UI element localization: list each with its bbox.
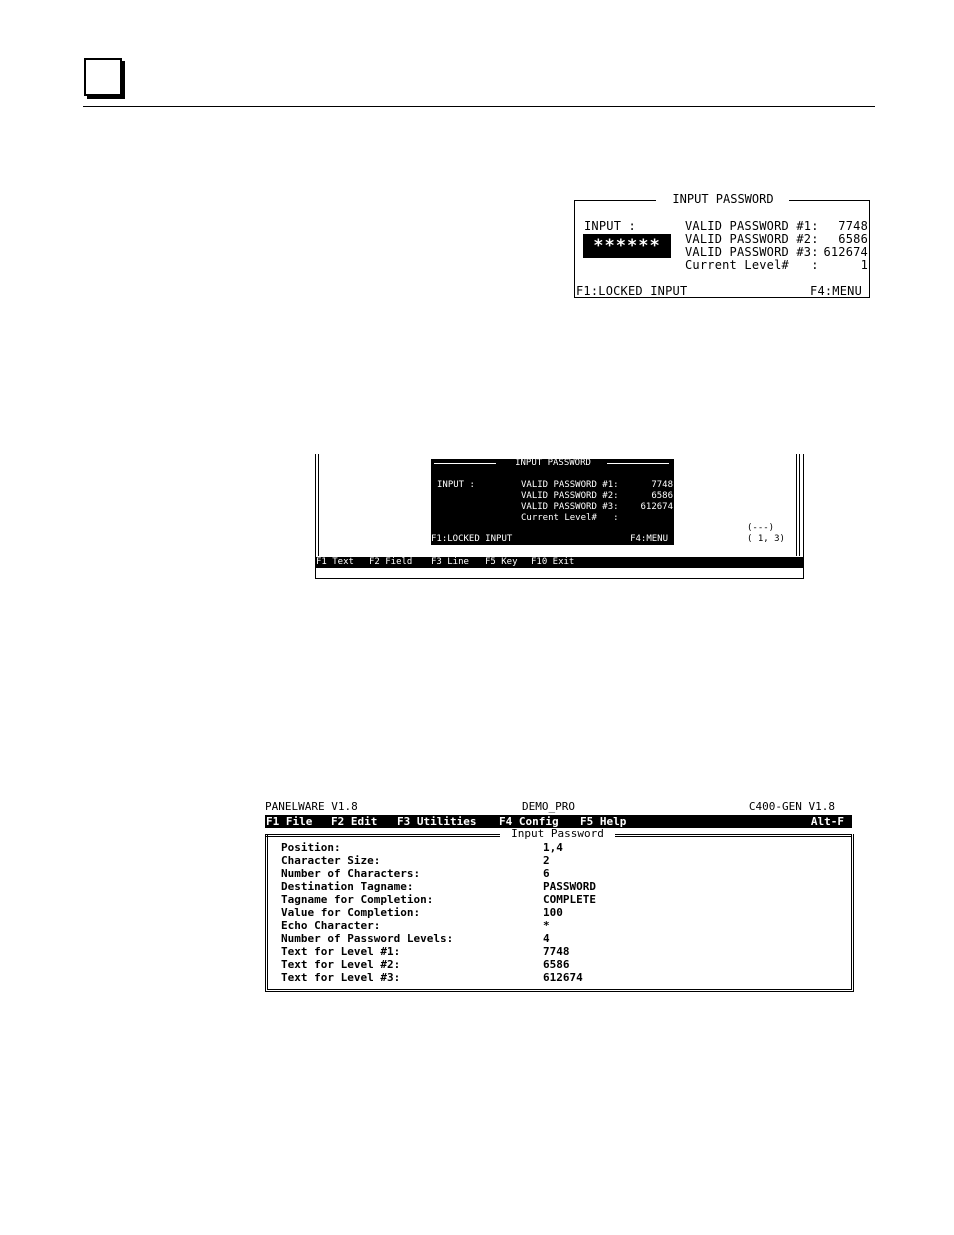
cursor-position: ( 1, 3) (747, 534, 785, 544)
popup-pw1-label: VALID PASSWORD #1: (521, 480, 619, 490)
field-value-number-of-password-levels[interactable]: 4 (543, 932, 550, 945)
menu-f1-text[interactable]: F1 Text (316, 557, 354, 568)
field-value-echo-character[interactable]: * (543, 919, 550, 932)
current-level-value: 1 (860, 258, 868, 272)
password-editor-screen: INPUT PASSWORD INPUT : VALID PASSWORD #1… (315, 454, 804, 580)
input-password-popup[interactable]: INPUT PASSWORD INPUT : VALID PASSWORD #1… (431, 458, 674, 545)
input-label: INPUT : (584, 219, 636, 233)
field-label-text-for-level-1: Text for Level #1: (281, 945, 401, 958)
header-rule (83, 106, 875, 107)
f1-locked-input-key[interactable]: F1:LOCKED INPUT (576, 285, 687, 298)
masked-password-input[interactable]: ****** (583, 234, 671, 258)
field-value-tagname-for-completion[interactable]: COMPLETE (543, 893, 596, 906)
app-title: PANELWARE V1.8 (265, 800, 358, 813)
popup-input-label: INPUT : (437, 480, 475, 490)
frame-top-right (789, 200, 870, 201)
current-level-label: Current Level# : (685, 258, 819, 272)
field-value-text-for-level-1[interactable]: 7748 (543, 945, 570, 958)
field-label-character-size: Character Size: (281, 854, 381, 867)
menu-f2-edit[interactable]: F2 Edit (331, 815, 377, 828)
popup-title-rule-right (607, 463, 669, 464)
popup-current-level-label: Current Level# : (521, 513, 619, 523)
field-label-echo-character: Echo Character: (281, 919, 381, 932)
dialog-title: Input Password (511, 827, 604, 840)
editor-function-key-bar: F1 Text F2 Field F3 Line F5 Key F10 Exit (315, 557, 804, 568)
frame-inner-left (318, 454, 319, 556)
frame-inner-right (796, 454, 797, 556)
menu-f3-utilities[interactable]: F3 Utilities (397, 815, 476, 828)
dialog-frame-top-right (615, 834, 852, 837)
frame-top-left (574, 200, 656, 201)
project-name: DEMO_PRO (522, 800, 575, 813)
popup-pw1-value: 7748 (651, 480, 673, 490)
popup-f1-locked-input[interactable]: F1:LOCKED INPUT (431, 534, 512, 545)
field-value-text-for-level-3[interactable]: 612674 (543, 971, 583, 984)
field-label-tagname-for-completion: Tagname for Completion: (281, 893, 434, 906)
panel-title: INPUT PASSWORD (672, 192, 774, 206)
field-label-value-for-completion: Value for Completion: (281, 906, 421, 919)
field-label-number-of-password-levels: Number of Password Levels: (281, 932, 454, 945)
field-label-text-for-level-2: Text for Level #2: (281, 958, 401, 971)
menu-f5-key[interactable]: F5 Key (485, 557, 518, 568)
popup-pw3-value: 612674 (640, 502, 673, 512)
popup-title-rule-left (434, 463, 496, 464)
dialog-frame-top-left (265, 834, 500, 837)
popup-pw2-label: VALID PASSWORD #2: (521, 491, 619, 501)
field-value-character-size[interactable]: 2 (543, 854, 550, 867)
popup-f4-menu[interactable]: F4:MENU (630, 534, 668, 545)
field-label-number-of-characters: Number of Characters: (281, 867, 421, 880)
field-value-text-for-level-2[interactable]: 6586 (543, 958, 570, 971)
field-value-position[interactable]: 1,4 (543, 841, 563, 854)
frame-inner-right-2 (799, 454, 800, 556)
popup-pw2-value: 6586 (651, 491, 673, 501)
menu-f3-line[interactable]: F3 Line (431, 557, 469, 568)
menu-f2-field[interactable]: F2 Field (369, 557, 412, 568)
menu-f1-file[interactable]: F1 File (266, 815, 312, 828)
menu-f10-exit[interactable]: F10 Exit (531, 557, 574, 568)
field-value-destination-tagname[interactable]: PASSWORD (543, 880, 596, 893)
f4-menu-key[interactable]: F4:MENU (810, 285, 862, 298)
field-label-position: Position: (281, 841, 341, 854)
target-version: C400-GEN V1.8 (748, 800, 835, 813)
field-label-text-for-level-3: Text for Level #3: (281, 971, 401, 984)
menu-alt-f-hint: Alt-F (810, 815, 844, 828)
chapter-tab-box (84, 58, 122, 96)
popup-pw3-label: VALID PASSWORD #3: (521, 502, 619, 512)
cursor-status: (---) (747, 523, 775, 533)
popup-title: INPUT PASSWORD (515, 458, 591, 468)
field-value-value-for-completion[interactable]: 100 (543, 906, 563, 919)
field-value-number-of-characters[interactable]: 6 (543, 867, 550, 880)
input-password-panel-display: INPUT PASSWORD INPUT : ****** VALID PASS… (574, 192, 870, 298)
panelware-config-screen: PANELWARE V1.8 DEMO_PRO C400-GEN V1.8 F1… (265, 800, 854, 994)
field-label-destination-tagname: Destination Tagname: (281, 880, 414, 893)
